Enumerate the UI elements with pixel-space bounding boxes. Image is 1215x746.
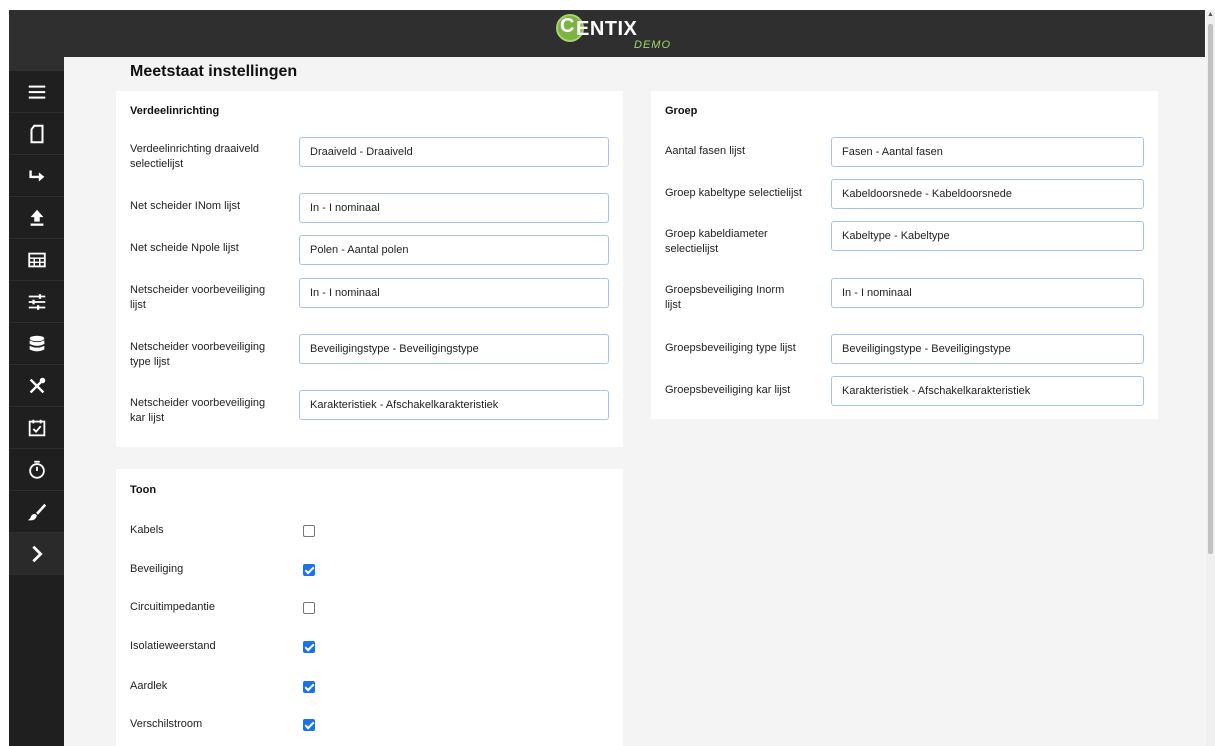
toon-label-kabels: Kabels: [130, 524, 164, 536]
kabeltype-select[interactable]: Kabeldoorsnede - Kabeldoorsnede: [831, 179, 1144, 209]
field-label: Verdeelinrichting draaiveld selectielijs…: [130, 143, 260, 170]
npole-select[interactable]: Polen - Aantal polen: [299, 235, 609, 265]
sidebar-item-database[interactable]: [9, 323, 64, 365]
sliders-icon: [28, 293, 45, 310]
brush-icon: [27, 503, 46, 520]
table-icon: [27, 252, 46, 267]
field-label: Groepsbeveiliging kar lijst: [665, 384, 791, 396]
field-label: Netscheider voorbeveiliging kar lijst: [130, 397, 266, 424]
sidebar-item-tools[interactable]: [9, 365, 64, 407]
toon-label-isolatieweerstand: Isolatieweerstand: [130, 640, 216, 652]
database-icon: [29, 335, 44, 351]
scroll-up-icon[interactable]: ▲: [1207, 10, 1214, 20]
field-label: Net scheider INom lijst: [130, 200, 241, 212]
page-title: Meetstaat instellingen: [130, 63, 298, 80]
sidebar-item-timer[interactable]: [9, 449, 64, 491]
toon-label-beveiliging: Beveiliging: [130, 563, 184, 575]
logo-initial: C: [560, 15, 575, 37]
chevron-right-icon: [31, 545, 43, 562]
field-label: Groepsbeveiliging Inorm lijst: [665, 284, 785, 311]
draaiveld-select[interactable]: Draaiveld - Draaiveld: [299, 137, 609, 167]
document-icon: [29, 124, 44, 143]
field-label: Groep kabeldiameter selectielijst: [665, 228, 768, 255]
card-title: Verdeelinrichting: [130, 105, 220, 117]
groep-card: Groep Aantal fasen lijst Fasen - Aantal …: [651, 91, 1158, 419]
field-label: Aantal fasen lijst: [665, 145, 746, 157]
card-title: Groep: [665, 105, 698, 117]
scroll-thumb[interactable]: [1208, 24, 1213, 554]
beveiliging-checkbox[interactable]: [303, 564, 315, 576]
inorm-select[interactable]: In - I nominaal: [831, 278, 1144, 308]
voorbeveiliging-kar-select[interactable]: Karakteristiek - Afschakelkarakteristiek: [299, 390, 609, 420]
sidebar-item-planning[interactable]: [9, 407, 64, 449]
field-label: Groepsbeveiliging type lijst: [665, 342, 796, 354]
tools-icon: [29, 377, 45, 393]
sidebar-item-upload[interactable]: [9, 197, 64, 239]
verschilstroom-checkbox[interactable]: [303, 719, 315, 731]
groep-karakteristiek-select[interactable]: Karakteristiek - Afschakelkarakteristiek: [831, 376, 1144, 406]
verdeelinrichting-card: Verdeelinrichting Verdeelinrichting draa…: [116, 91, 623, 447]
kabels-checkbox[interactable]: [303, 525, 315, 537]
isolatieweerstand-checkbox[interactable]: [303, 641, 315, 653]
circuitimpedantie-checkbox[interactable]: [303, 602, 315, 614]
sidebar-item-brush[interactable]: [9, 491, 64, 533]
sidebar-item-document[interactable]: [9, 113, 64, 155]
toon-label-verschilstroom: Verschilstroom: [130, 718, 203, 730]
sidebar-top-strip: [9, 57, 64, 71]
upload-icon: [30, 209, 43, 226]
sidebar-item-settings[interactable]: [9, 281, 64, 323]
field-label: Net scheide Npole lijst: [130, 242, 239, 254]
app-header: C ENTIX DEMO: [9, 10, 1205, 57]
toon-label-aardlek: Aardlek: [130, 680, 168, 692]
card-title: Toon: [130, 484, 157, 496]
sidebar-expand-button[interactable]: [9, 533, 64, 575]
menu-icon: [28, 85, 45, 99]
groep-beveiligingstype-select[interactable]: Beveiligingstype - Beveiligingstype: [831, 334, 1144, 364]
aardlek-checkbox[interactable]: [303, 681, 315, 693]
toon-card: Toon Kabels Beveiliging Circuitimpedanti…: [116, 469, 623, 746]
sidebar-item-redirect[interactable]: [9, 155, 64, 197]
sidebar-menu-button[interactable]: [9, 71, 64, 113]
centix-logo[interactable]: C ENTIX DEMO: [552, 12, 692, 56]
sidebar: [9, 71, 64, 746]
logo-text: ENTIX: [576, 18, 638, 40]
field-label: Netscheider voorbeveiliging lijst: [130, 284, 266, 311]
logo-demo-label: DEMO: [634, 39, 671, 51]
toon-label-circuitimpedantie: Circuitimpedantie: [130, 601, 215, 613]
fasen-select[interactable]: Fasen - Aantal fasen: [831, 137, 1144, 167]
kabeldiameter-select[interactable]: Kabeltype - Kabeltype: [831, 221, 1144, 251]
field-label: Netscheider voorbeveiliging type lijst: [130, 341, 266, 368]
timer-icon: [28, 460, 45, 479]
voorbeveiliging-select[interactable]: In - I nominaal: [299, 278, 609, 308]
redirect-arrow-icon: [28, 170, 44, 181]
calendar-check-icon: [28, 419, 45, 436]
inom-select[interactable]: In - I nominaal: [299, 193, 609, 223]
page-scrollbar[interactable]: ▲: [1206, 10, 1215, 746]
voorbeveiliging-type-select[interactable]: Beveiligingstype - Beveiligingstype: [299, 334, 609, 364]
sidebar-item-table[interactable]: [9, 239, 64, 281]
field-label: Groep kabeltype selectielijst: [665, 187, 802, 199]
